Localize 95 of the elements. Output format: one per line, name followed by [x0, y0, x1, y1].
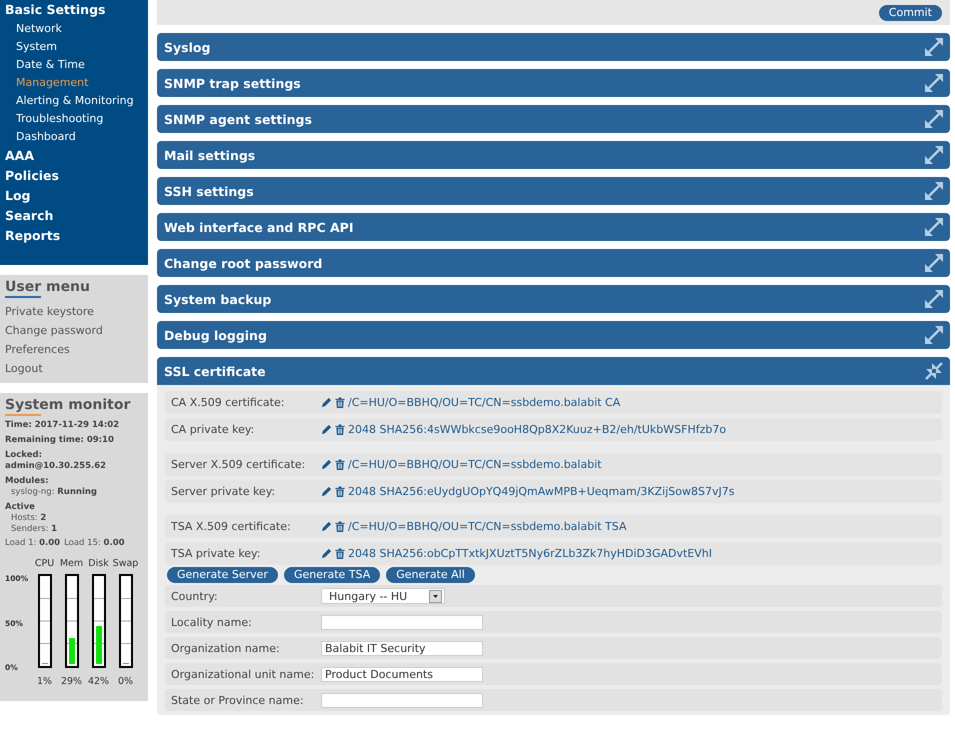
certificate-link[interactable]: /C=HU/O=BBHQ/OU=TC/CN=ssbdemo.balabit: [348, 458, 602, 471]
monitor-text: Locked: admin@10.30.255.62: [5, 450, 108, 472]
user-menu-link[interactable]: Private keystore: [5, 302, 143, 321]
meter-reading: 42%: [88, 676, 110, 687]
nav-subitem[interactable]: Alerting & Monitoring: [5, 92, 143, 110]
nav-subitem[interactable]: Date & Time: [5, 56, 143, 74]
panel-header[interactable]: Change root password: [157, 249, 950, 277]
field-label: Server X.509 certificate:: [171, 458, 306, 471]
panel-header[interactable]: SNMP agent settings: [157, 105, 950, 133]
certificate-link[interactable]: 2048 SHA256:eUydgUOpYQ49jQmAwMPB+Ueqmam/3KZijSow8S7vJ7s: [348, 485, 734, 498]
user-menu-link[interactable]: Change password: [5, 321, 143, 340]
nav-item[interactable]: AAA: [5, 146, 143, 166]
nav-subitem[interactable]: System: [5, 38, 143, 56]
system-monitor-title: System monitor: [5, 397, 132, 413]
pencil-icon[interactable]: [321, 486, 332, 497]
meter-reading: 29%: [60, 676, 82, 687]
panel-header[interactable]: Mail settings: [157, 141, 950, 169]
user-menu-title: User menu: [5, 279, 91, 295]
monitor-text: Active: [5, 502, 36, 513]
active-count: Senders: 1: [10, 524, 58, 535]
user-menu-link[interactable]: Preferences: [5, 340, 143, 359]
generate-button[interactable]: Generate TSA: [284, 567, 380, 583]
expand-icon[interactable]: [925, 254, 943, 272]
field-label: State or Province name:: [171, 694, 305, 706]
panel-header[interactable]: Debug logging: [157, 321, 950, 349]
pencil-icon[interactable]: [321, 397, 332, 408]
nav-subitem[interactable]: Dashboard: [5, 128, 143, 146]
field-label: TSA private key:: [171, 547, 262, 560]
expand-icon[interactable]: [925, 326, 943, 344]
field-label: Locality name:: [171, 616, 253, 628]
certificate-link[interactable]: 2048 SHA256:obCpTTxtkJXUztT5Ny6rZLb3Zk7hyHDiD3GADvtEVhI: [348, 547, 712, 560]
text-field[interactable]: Product Documents: [321, 666, 483, 682]
panel-header[interactable]: SNMP trap settings: [157, 69, 950, 97]
trash-icon[interactable]: [335, 486, 345, 497]
panel-header[interactable]: SSL certificate: [157, 357, 950, 385]
nav-item[interactable]: Policies: [5, 166, 143, 186]
field-label: TSA X.509 certificate:: [171, 520, 292, 533]
module-status: syslog-ng: Running: [10, 487, 98, 498]
generate-button[interactable]: Generate All: [386, 567, 475, 583]
monitor-text: Remaining time: 09:10: [5, 435, 115, 446]
expand-icon[interactable]: [925, 290, 943, 308]
nav-subitem[interactable]: Network: [5, 20, 143, 38]
expand-icon[interactable]: [925, 218, 943, 236]
field-label: CA X.509 certificate:: [171, 396, 286, 409]
meter-reading: 0%: [118, 676, 134, 687]
panel-header[interactable]: System backup: [157, 285, 950, 313]
field-label: Organization name:: [171, 642, 281, 654]
monitor-text: Modules:: [5, 476, 50, 487]
load-value: Load 1: 0.00: [5, 538, 60, 548]
meter-label: Mem: [60, 558, 84, 571]
panel-header[interactable]: Syslog: [157, 33, 950, 61]
country-select[interactable]: Hungary -- HU: [321, 588, 445, 604]
nav-item[interactable]: Reports: [5, 226, 143, 246]
meter-reading: 1%: [36, 676, 52, 687]
certificate-link[interactable]: /C=HU/O=BBHQ/OU=TC/CN=ssbdemo.balabit TSA: [348, 520, 626, 533]
pencil-icon[interactable]: [321, 424, 332, 435]
meter-label: CPU: [34, 558, 54, 571]
certificate-link[interactable]: 2048 SHA256:4sWWbkcse9ooH8Qp8X2Kuuz+B2/eh/tUkbWSFHfzb7o: [348, 423, 726, 436]
trash-icon[interactable]: [335, 459, 345, 470]
expand-icon[interactable]: [925, 110, 943, 128]
monitor-text: Time: 2017-11-29 14:02: [5, 420, 120, 431]
user-menu-link[interactable]: Logout: [5, 359, 143, 378]
text-field[interactable]: [321, 614, 483, 630]
field-label: CA private key:: [171, 423, 256, 436]
expand-icon[interactable]: [925, 74, 943, 92]
generate-button[interactable]: Generate Server: [167, 567, 278, 583]
field-label: Server private key:: [171, 485, 276, 498]
nav-subitem[interactable]: Management: [5, 74, 143, 92]
trash-icon[interactable]: [335, 424, 345, 435]
pencil-icon[interactable]: [321, 548, 332, 559]
nav-subitem[interactable]: Troubleshooting: [5, 110, 143, 128]
expand-icon[interactable]: [925, 146, 943, 164]
meter-label: Disk: [88, 558, 109, 571]
commit-button[interactable]: Commit: [878, 4, 942, 20]
active-count: Hosts: 2: [10, 513, 48, 524]
trash-icon[interactable]: [335, 521, 345, 532]
expand-icon[interactable]: [925, 182, 943, 200]
trash-icon[interactable]: [335, 548, 345, 559]
pencil-icon[interactable]: [321, 521, 332, 532]
field-label: Organizational unit name:: [171, 668, 316, 680]
nav-item[interactable]: Log: [5, 186, 143, 206]
text-field[interactable]: [321, 692, 483, 708]
field-label: Country:: [171, 590, 219, 602]
collapse-icon[interactable]: [925, 362, 943, 380]
panel-header[interactable]: SSH settings: [157, 177, 950, 205]
certificate-link[interactable]: /C=HU/O=BBHQ/OU=TC/CN=ssbdemo.balabit CA: [348, 396, 620, 409]
expand-icon[interactable]: [925, 38, 943, 56]
load-value: Load 15: 0.00: [64, 538, 125, 548]
pencil-icon[interactable]: [321, 459, 332, 470]
trash-icon[interactable]: [335, 397, 345, 408]
panel-header[interactable]: Web interface and RPC API: [157, 213, 950, 241]
meter-label: Swap: [112, 558, 138, 571]
nav-item[interactable]: Search: [5, 206, 143, 226]
nav-item[interactable]: Basic Settings: [5, 0, 143, 20]
text-field[interactable]: Balabit IT Security: [321, 640, 483, 656]
